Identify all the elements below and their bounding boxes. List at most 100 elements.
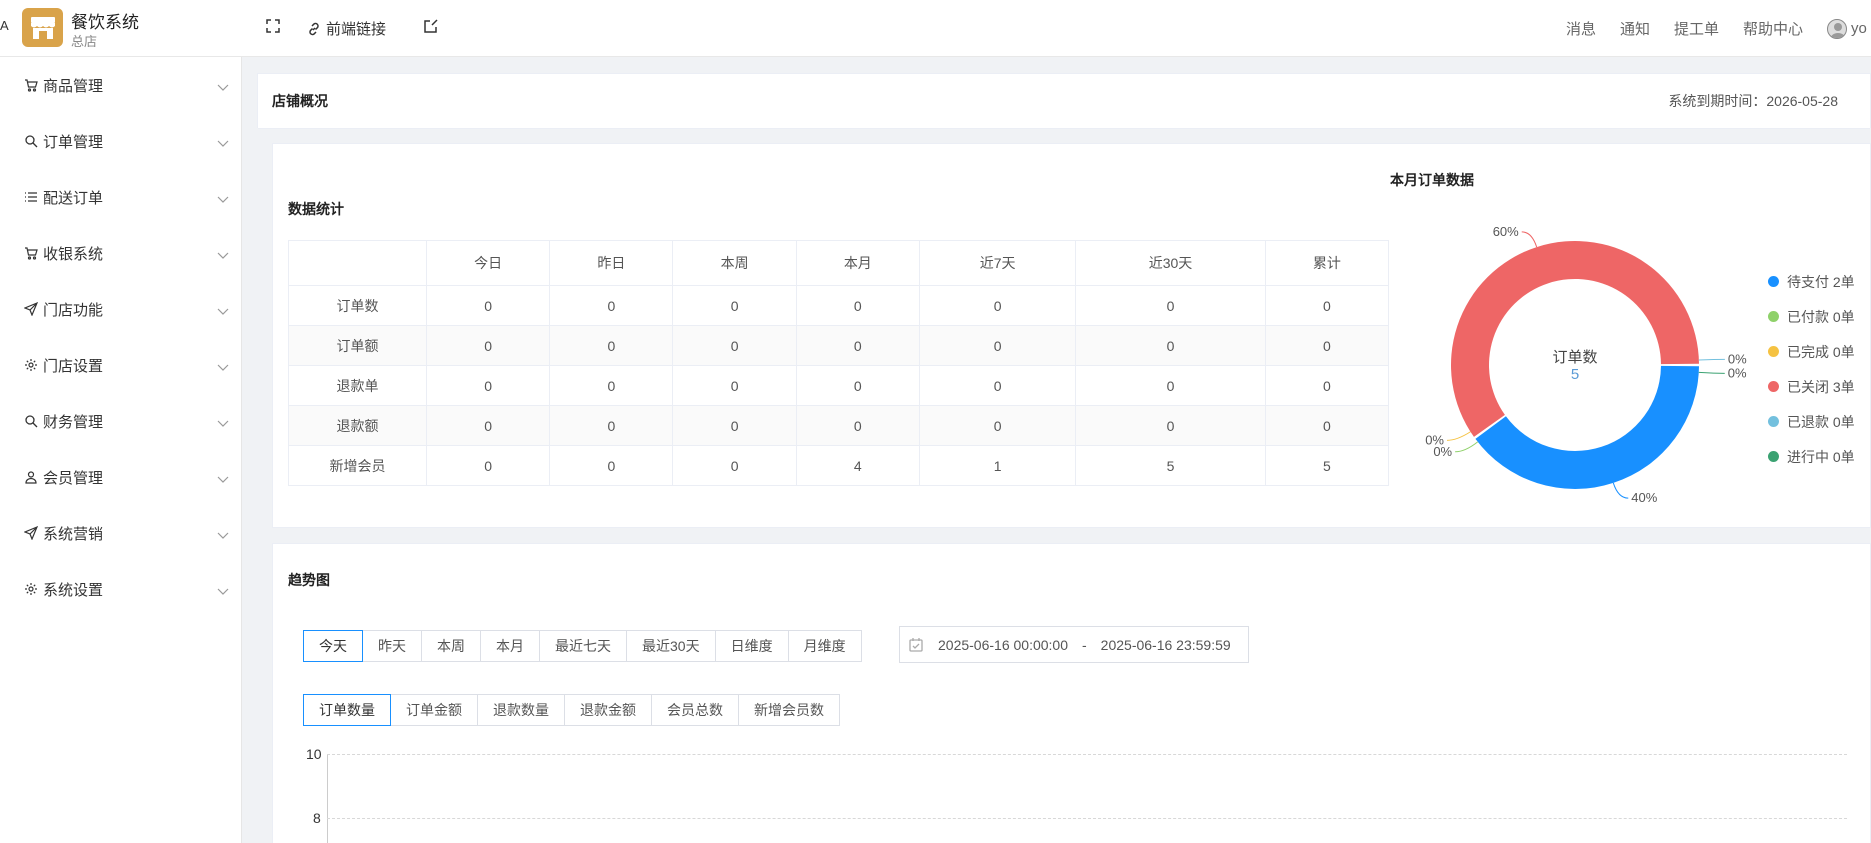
period-button[interactable]: 本月 xyxy=(480,630,540,662)
table-cell: 0 xyxy=(1264,365,1390,406)
metric-button[interactable]: 退款金额 xyxy=(564,694,652,726)
date-start[interactable]: 2025-06-16 00:00:00 xyxy=(938,637,1068,653)
donut-slice[interactable] xyxy=(1475,365,1699,489)
column-header: 累计 xyxy=(1264,240,1390,286)
sidebar-item-label: 财务管理 xyxy=(43,413,104,431)
fullscreen-button[interactable] xyxy=(265,18,281,34)
table-cell: 0 xyxy=(1075,285,1266,326)
table-cell: 0 xyxy=(795,365,920,406)
legend-item[interactable]: 已退款 0单 xyxy=(1768,404,1855,439)
period-button[interactable]: 月维度 xyxy=(787,630,862,662)
table-cell: 0 xyxy=(795,325,920,366)
legend-item[interactable]: 进行中 0单 xyxy=(1768,439,1855,474)
nav-messages[interactable]: 消息 xyxy=(1566,18,1596,39)
column-header: 近30天 xyxy=(1075,240,1266,286)
chevron-down-icon xyxy=(217,79,229,96)
period-button[interactable]: 最近30天 xyxy=(626,630,716,662)
sidebar-item[interactable]: 系统设置 xyxy=(0,561,241,617)
legend-dot xyxy=(1768,346,1779,357)
metric-button[interactable]: 订单数量 xyxy=(303,694,391,726)
table-cell: 0 xyxy=(425,405,551,446)
period-button[interactable]: 日维度 xyxy=(714,630,789,662)
legend-label: 进行中 0单 xyxy=(1787,448,1855,465)
trend-card xyxy=(272,543,1871,843)
metric-button[interactable]: 新增会员数 xyxy=(738,694,840,726)
sidebar: 商品管理 订单管理 配送订单 收银系统 门店功能 门店设置财务管理会员管理系统营销系统设置 xyxy=(0,57,242,843)
legend-item[interactable]: 已完成 0单 xyxy=(1768,334,1855,369)
sidebar-item[interactable]: 商品管理 xyxy=(0,57,241,113)
sidebar-item[interactable]: 配送订单 xyxy=(0,169,241,225)
chevron-down-icon xyxy=(217,247,229,264)
sidebar-item[interactable]: 系统营销 xyxy=(0,505,241,561)
sidebar-item[interactable]: 收银系统 xyxy=(0,225,241,281)
table-corner xyxy=(288,240,427,286)
legend-label: 已付款 0单 xyxy=(1787,308,1855,325)
legend-label: 已关闭 3单 xyxy=(1787,378,1855,395)
edge-glyph: A xyxy=(0,18,9,33)
avatar-icon xyxy=(1827,18,1847,39)
header-nav: 消息 通知 提工单 帮助中心 yo xyxy=(1566,18,1871,39)
table-cell: 0 xyxy=(1075,365,1266,406)
list-icon xyxy=(24,190,38,204)
nav-notifications[interactable]: 通知 xyxy=(1620,18,1650,39)
sidebar-item[interactable]: 门店功能 xyxy=(0,281,241,337)
table-cell: 0 xyxy=(549,365,674,406)
nav-help-center[interactable]: 帮助中心 xyxy=(1743,18,1803,39)
period-button[interactable]: 本周 xyxy=(421,630,481,662)
row-label: 订单数 xyxy=(288,285,427,326)
legend-label: 待支付 2单 xyxy=(1787,273,1855,290)
legend-item[interactable]: 已付款 0单 xyxy=(1768,299,1855,334)
legend-dot xyxy=(1768,276,1779,287)
user-name: yo xyxy=(1851,20,1867,37)
nav-submit-ticket[interactable]: 提工单 xyxy=(1674,18,1719,39)
legend-item[interactable]: 已关闭 3单 xyxy=(1768,369,1855,404)
edit-button[interactable] xyxy=(423,18,439,34)
date-range-picker[interactable]: 2025-06-16 00:00:00 - 2025-06-16 23:59:5… xyxy=(899,626,1249,663)
slice-percent-label: 60% xyxy=(1493,224,1519,239)
donut-title: 本月订单数据 xyxy=(1390,172,1474,188)
metric-button[interactable]: 订单金额 xyxy=(390,694,478,726)
label-leader-line xyxy=(1698,371,1725,374)
chevron-down-icon xyxy=(217,191,229,208)
stats-title: 数据统计 xyxy=(288,201,344,217)
metric-button[interactable]: 会员总数 xyxy=(651,694,739,726)
sidebar-item-label: 系统营销 xyxy=(43,525,104,543)
sidebar-item[interactable]: 订单管理 xyxy=(0,113,241,169)
label-leader-line xyxy=(1455,441,1478,453)
period-button[interactable]: 昨天 xyxy=(362,630,422,662)
date-end[interactable]: 2025-06-16 23:59:59 xyxy=(1101,637,1231,653)
metric-button[interactable]: 退款数量 xyxy=(477,694,565,726)
grid-line xyxy=(327,754,1847,755)
table-cell: 0 xyxy=(549,445,674,486)
table-cell: 0 xyxy=(918,285,1077,326)
column-header: 今日 xyxy=(425,240,551,286)
chevron-down-icon xyxy=(217,471,229,488)
frontend-link-button[interactable]: 前端链接 xyxy=(306,18,386,39)
legend-item[interactable]: 待支付 2单 xyxy=(1768,264,1855,299)
search-icon xyxy=(24,134,38,148)
period-button[interactable]: 最近七天 xyxy=(539,630,627,662)
y-tick-10: 10 xyxy=(306,746,322,762)
chevron-down-icon xyxy=(217,303,229,320)
table-row: 订单数 0 0 0 0 0 0 0 xyxy=(288,285,1390,326)
sidebar-item-label: 系统设置 xyxy=(43,581,104,599)
chevron-down-icon xyxy=(217,359,229,376)
row-label: 退款额 xyxy=(288,405,427,446)
slice-percent-label: 0% xyxy=(1425,432,1444,447)
user-menu[interactable]: yo xyxy=(1827,18,1871,39)
table-cell: 0 xyxy=(425,285,551,326)
slice-percent-label: 40% xyxy=(1631,490,1657,505)
stats-table: 今日 昨日 本周 本月 近7天 近30天 累计 订单数 0 0 0 0 0 0 0 订单额 0 0 0 0 0 0 0 退款… xyxy=(288,240,1390,486)
gear-icon xyxy=(24,358,38,372)
table-cell: 0 xyxy=(672,365,797,406)
period-button[interactable]: 今天 xyxy=(303,630,363,662)
sidebar-item[interactable]: 财务管理 xyxy=(0,393,241,449)
row-label: 订单额 xyxy=(288,325,427,366)
legend-dot xyxy=(1768,416,1779,427)
store-logo-icon[interactable] xyxy=(22,8,63,47)
chevron-down-icon xyxy=(217,415,229,432)
sidebar-item[interactable]: 会员管理 xyxy=(0,449,241,505)
table-cell: 0 xyxy=(549,405,674,446)
period-button-group: 今天 昨天 本周 本月 最近七天 最近30天 日维度 月维度 xyxy=(303,630,862,662)
sidebar-item[interactable]: 门店设置 xyxy=(0,337,241,393)
